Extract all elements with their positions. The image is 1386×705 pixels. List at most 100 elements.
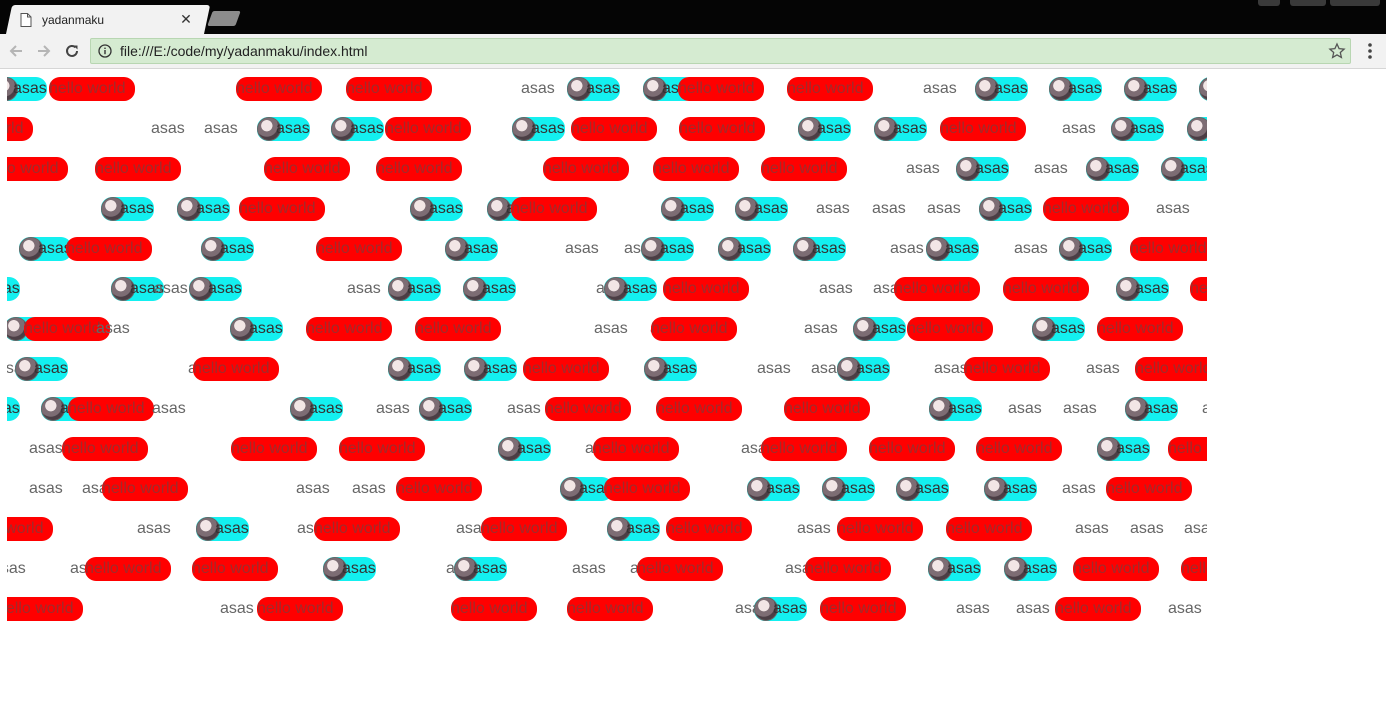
- danmaku-red: hello world: [62, 437, 148, 461]
- danmaku-row: asas hello world asas hello world asas asas as…: [7, 237, 1207, 261]
- danmaku-red: hello world: [1190, 277, 1207, 301]
- danmaku-text: asas: [994, 80, 1028, 97]
- danmaku-text: hello world: [567, 600, 644, 617]
- danmaku-red: hello world: [451, 597, 537, 621]
- danmaku-text: hello world: [7, 160, 59, 177]
- danmaku-cyan: asas: [874, 117, 927, 141]
- star-icon[interactable]: [1328, 42, 1346, 60]
- danmaku-cyan: asas: [1049, 77, 1102, 101]
- danmaku-plain: asas: [296, 480, 330, 497]
- danmaku-cyan: asas: [7, 397, 20, 421]
- danmaku-red: hello world: [940, 117, 1026, 141]
- danmaku-red: hello world: [1055, 597, 1141, 621]
- page-content: asas hello world hello world hello world asa…: [0, 69, 1386, 705]
- menu-icon[interactable]: [1362, 41, 1378, 61]
- danmaku-text: asas: [7, 400, 20, 417]
- danmaku-text: asas: [817, 120, 851, 137]
- danmaku-cyan: asas: [323, 557, 376, 581]
- url-text[interactable]: file:///E:/code/my/yadanmaku/index.html: [120, 43, 367, 59]
- new-tab-button[interactable]: [207, 11, 241, 26]
- danmaku-text: hello world: [511, 200, 588, 217]
- danmaku-plain: asas: [956, 600, 990, 617]
- danmaku-plain: asas: [29, 440, 63, 457]
- danmaku-cyan: asas: [1097, 437, 1150, 461]
- danmaku-text: asas: [975, 160, 1009, 177]
- danmaku-text: hello world: [193, 360, 270, 377]
- danmaku-red: hello world: [85, 557, 171, 581]
- maximize-button[interactable]: [1290, 0, 1326, 6]
- danmaku-text: hello world: [239, 200, 316, 217]
- danmaku-plain: asas: [872, 200, 906, 217]
- danmaku-text: asas: [220, 240, 254, 257]
- danmaku-text: hello world: [236, 80, 313, 97]
- danmaku-plain: asas: [594, 320, 628, 337]
- danmaku-text: hello world: [964, 360, 1041, 377]
- danmaku-text: hello world: [49, 80, 126, 97]
- danmaku-plain: asas: [151, 120, 185, 137]
- danmaku-text: asas: [407, 280, 441, 297]
- window-close-button[interactable]: [1330, 0, 1380, 6]
- danmaku-cyan: asas: [445, 237, 498, 261]
- danmaku-red: hello world: [339, 437, 425, 461]
- danmaku-text: hello world: [1190, 280, 1207, 297]
- danmaku-cyan: asas: [661, 197, 714, 221]
- active-tab-content[interactable]: yadanmaku ✕: [18, 5, 204, 34]
- danmaku-text: hello world: [95, 160, 172, 177]
- danmaku-text: hello world: [7, 600, 74, 617]
- danmaku-red: hello world: [316, 237, 402, 261]
- danmaku-red: hello world: [66, 237, 152, 261]
- danmaku-cyan: asas: [189, 277, 242, 301]
- danmaku-cyan: asas: [388, 277, 441, 301]
- danmaku-plain: asas: [797, 520, 831, 537]
- danmaku-text: hello world: [1168, 440, 1207, 457]
- danmaku-text: hello world: [306, 320, 383, 337]
- minimize-button[interactable]: [1258, 0, 1280, 6]
- address-bar[interactable]: file:///E:/code/my/yadanmaku/index.html: [90, 38, 1351, 64]
- danmaku-text: asas: [680, 200, 714, 217]
- arrow-right-icon[interactable]: [34, 41, 54, 61]
- danmaku-cyan: asas: [257, 117, 310, 141]
- danmaku-text: hello world: [264, 160, 341, 177]
- danmaku-red: hello world: [1181, 557, 1207, 581]
- danmaku-red: hello world: [7, 517, 53, 541]
- danmaku-text: hello world: [837, 520, 914, 537]
- danmaku-text: asas: [215, 520, 249, 537]
- danmaku-text: hello world: [571, 120, 648, 137]
- danmaku-text: asas: [856, 360, 890, 377]
- danmaku-text: asas: [309, 400, 343, 417]
- danmaku-text: asas: [120, 200, 154, 217]
- close-icon[interactable]: ✕: [178, 11, 194, 27]
- browser-toolbar: file:///E:/code/my/yadanmaku/index.html: [0, 34, 1386, 69]
- danmaku-plain: asas: [1184, 520, 1207, 537]
- danmaku-red: hello world: [264, 157, 350, 181]
- danmaku-text: asas: [1180, 160, 1207, 177]
- danmaku-text: hello world: [24, 320, 101, 337]
- danmaku-text: asas: [947, 560, 981, 577]
- danmaku-red: hello world: [49, 77, 135, 101]
- danmaku-red: hello world: [567, 597, 653, 621]
- danmaku-red: hello world: [761, 437, 847, 461]
- reload-icon[interactable]: [62, 41, 82, 61]
- tab-strip: yadanmaku ✕: [0, 0, 1386, 34]
- danmaku-text: hello world: [346, 80, 423, 97]
- avatar: [1199, 77, 1207, 101]
- danmaku-cyan: asas: [793, 237, 846, 261]
- info-icon[interactable]: [98, 44, 112, 58]
- danmaku-text: asas: [1023, 560, 1057, 577]
- danmaku-cyan: asas: [7, 277, 20, 301]
- danmaku-text: asas: [737, 240, 771, 257]
- danmaku-red: hello world: [231, 437, 317, 461]
- danmaku-cyan: asas: [1111, 117, 1164, 141]
- danmaku-cyan: asas: [747, 477, 800, 501]
- arrow-left-icon[interactable]: [6, 41, 26, 61]
- danmaku-text: asas: [407, 360, 441, 377]
- danmaku-plain: asas: [565, 240, 599, 257]
- danmaku-text: asas: [1135, 280, 1169, 297]
- danmaku-cyan: asas: [388, 357, 441, 381]
- danmaku-text: asas: [342, 560, 376, 577]
- danmaku-red: hello world: [102, 477, 188, 501]
- danmaku-plain: asas: [204, 120, 238, 137]
- danmaku-red: hello world: [964, 357, 1050, 381]
- danmaku-red: hello world: [651, 317, 737, 341]
- danmaku-cyan: asas: [410, 197, 463, 221]
